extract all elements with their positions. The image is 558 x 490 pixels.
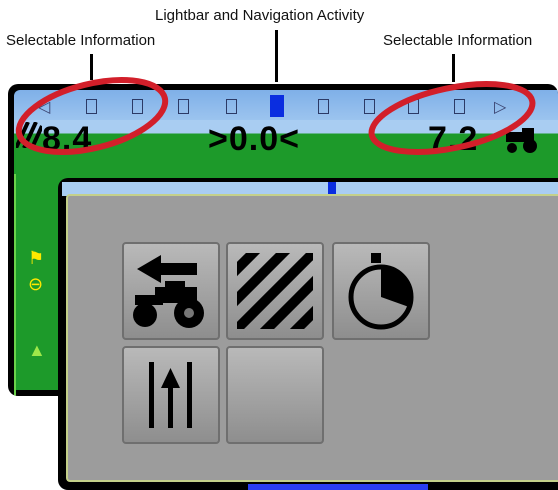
hatch-pattern-icon xyxy=(237,253,313,329)
lightbar-callout: Lightbar and Navigation Activity xyxy=(155,7,365,24)
lightbar-left-arrow-icon: ◁ xyxy=(38,99,51,116)
lightbar-cell xyxy=(178,99,189,114)
tractor-icon xyxy=(506,128,537,153)
selectable-info-menu xyxy=(66,194,558,482)
tractor-reverse-tile[interactable] xyxy=(122,242,220,340)
left-selectable-callout: Selectable Information xyxy=(6,32,156,49)
lightbar-cell xyxy=(408,99,419,114)
timer-tile[interactable] xyxy=(332,242,430,340)
lightbar-cell xyxy=(454,99,465,114)
right-selectable-callout: Selectable Information xyxy=(383,32,533,49)
lightbar-leader-line xyxy=(275,30,278,82)
lightbar-cell xyxy=(364,99,375,114)
lightbar-cell xyxy=(86,99,97,114)
lightbar-right-arrow-icon: ▷ xyxy=(494,99,507,116)
left-leader-line xyxy=(90,54,93,80)
lightbar-cell xyxy=(132,99,143,114)
empty-tile[interactable] xyxy=(226,346,324,444)
guideline-icon xyxy=(149,362,192,428)
cross-track-error-readout: >0.0< xyxy=(208,120,300,158)
right-leader-line xyxy=(452,54,455,82)
left-selectable-readout[interactable]: 8.4 xyxy=(42,120,92,159)
guideline-tile[interactable] xyxy=(122,346,220,444)
lightbar-cell xyxy=(318,99,329,114)
front-lightbar-active xyxy=(328,182,336,194)
swath-hatch-icon xyxy=(16,122,42,148)
right-selectable-readout[interactable]: 7.2 xyxy=(428,120,478,159)
tractor-reverse-icon xyxy=(133,255,204,328)
lightbar-active-indicator xyxy=(270,95,284,117)
coverage-pattern-tile[interactable] xyxy=(226,242,324,340)
front-bottom-bar xyxy=(248,484,428,490)
guidance-screen-front xyxy=(58,178,558,490)
timer-icon xyxy=(348,253,414,330)
lightbar-cell xyxy=(226,99,237,114)
